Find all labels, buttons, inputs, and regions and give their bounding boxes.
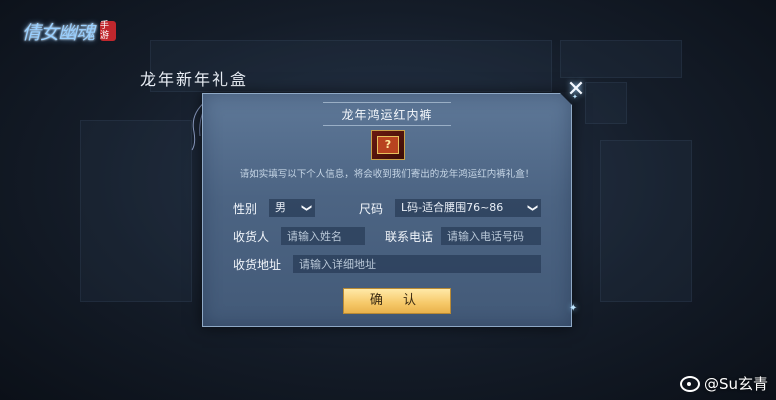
chevron-down-icon: ❯	[526, 203, 538, 213]
confirm-button[interactable]: 确 认	[343, 288, 451, 314]
phone-label: 联系电话	[385, 230, 434, 244]
chevron-down-icon: ❯	[300, 203, 312, 213]
sparkle-decoration: ✦	[572, 93, 578, 101]
logo-text: 倩女幽魂	[22, 21, 95, 44]
weibo-icon	[679, 375, 700, 392]
size-value: L码-适合腰围76~86	[401, 201, 504, 214]
gift-box-title: 龙年新年礼盒	[140, 70, 249, 89]
address-label: 收货地址	[233, 258, 282, 272]
info-text: 请如实填写以下个人信息，将会收到我们寄出的龙年鸿运红内裤礼盒！	[239, 169, 535, 180]
watermark-text: @Su玄青	[703, 375, 768, 393]
gift-icon: ?	[371, 130, 405, 160]
dialog-title-bar: 龙年鸿运红内裤	[323, 102, 451, 126]
phone-input[interactable]	[441, 227, 541, 245]
weibo-watermark: @Su玄青	[679, 373, 768, 394]
gift-box-icon: ?	[377, 136, 399, 154]
background-panel	[585, 82, 627, 124]
gift-form-dialog: 龙年鸿运红内裤 ? 请如实填写以下个人信息，将会收到我们寄出的龙年鸿运红内裤礼盒…	[202, 92, 573, 327]
dialog-title: 龙年鸿运红内裤	[341, 107, 433, 122]
sparkle-decoration: ✦	[569, 303, 578, 314]
background-panel	[80, 120, 192, 302]
size-label: 尺码	[359, 202, 384, 216]
background-panel	[600, 140, 692, 302]
game-logo: 倩女幽魂 手游	[22, 14, 122, 48]
address-input[interactable]	[293, 255, 541, 273]
recipient-name-input[interactable]	[281, 227, 365, 245]
background-panel	[560, 40, 682, 78]
recipient-label: 收货人	[233, 230, 270, 244]
logo-seal: 手游	[100, 21, 117, 41]
gender-select[interactable]: 男 ❯	[269, 199, 315, 217]
size-select[interactable]: L码-适合腰围76~86 ❯	[395, 199, 541, 217]
gender-label: 性别	[233, 202, 258, 216]
gender-value: 男	[275, 201, 286, 214]
